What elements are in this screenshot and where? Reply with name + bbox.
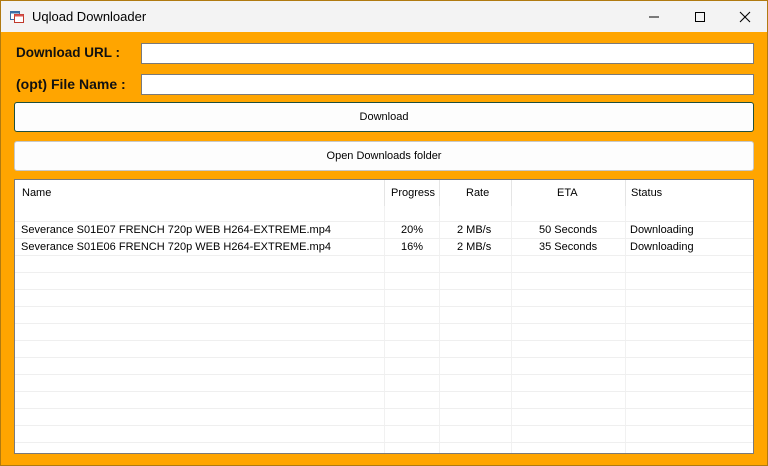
row-gridline xyxy=(15,442,753,443)
item-eta: 50 Seconds xyxy=(539,224,598,236)
minimize-icon xyxy=(649,16,659,18)
column-header-rate[interactable]: Rate xyxy=(466,180,489,206)
row-gridline xyxy=(15,374,753,375)
title-bar[interactable]: Uqload Downloader xyxy=(1,1,767,32)
column-header-status[interactable]: Status xyxy=(631,180,662,206)
downloads-list[interactable]: Name Progress Rate ETA Status Severance … xyxy=(14,179,754,454)
row-gridline xyxy=(15,340,753,341)
row-gridline xyxy=(15,323,753,324)
column-divider xyxy=(384,180,385,206)
list-item[interactable]: Severance S01E07 FRENCH 720p WEB H264-EX… xyxy=(15,222,753,239)
column-header-progress[interactable]: Progress xyxy=(391,180,435,206)
close-icon xyxy=(739,11,751,23)
column-header-eta[interactable]: ETA xyxy=(557,180,578,206)
item-progress: 20% xyxy=(401,224,424,236)
maximize-icon xyxy=(695,12,705,22)
item-rate: 2 MB/s xyxy=(457,224,492,236)
url-label: Download URL : xyxy=(16,45,120,60)
column-divider xyxy=(511,180,512,206)
window-title: Uqload Downloader xyxy=(32,9,147,24)
app-window: Uqload Downloader Download URL : (opt) F… xyxy=(0,0,768,466)
item-status: Downloading xyxy=(630,241,694,253)
download-button[interactable]: Download xyxy=(14,102,754,132)
row-gridline xyxy=(15,425,753,426)
minimize-button[interactable] xyxy=(631,1,677,32)
row-gridline xyxy=(15,272,753,273)
url-input[interactable] xyxy=(141,43,754,64)
item-progress: 16% xyxy=(401,241,424,253)
open-downloads-folder-button[interactable]: Open Downloads folder xyxy=(14,141,754,171)
list-header: Name Progress Rate ETA Status xyxy=(15,180,753,206)
row-gridline xyxy=(15,357,753,358)
item-name: Severance S01E07 FRENCH 720p WEB H264-EX… xyxy=(21,224,331,236)
maximize-button[interactable] xyxy=(677,1,723,32)
item-name: Severance S01E06 FRENCH 720p WEB H264-EX… xyxy=(21,241,331,253)
row-gridline xyxy=(15,306,753,307)
column-divider xyxy=(439,180,440,206)
row-gridline xyxy=(15,289,753,290)
item-eta: 35 Seconds xyxy=(539,241,598,253)
filename-input[interactable] xyxy=(141,74,754,95)
column-header-name[interactable]: Name xyxy=(22,180,51,206)
item-rate: 2 MB/s xyxy=(457,241,492,253)
row-gridline xyxy=(15,391,753,392)
row-gridline xyxy=(15,408,753,409)
close-button[interactable] xyxy=(722,1,768,32)
item-status: Downloading xyxy=(630,224,694,236)
app-window-icon xyxy=(10,9,24,23)
column-divider xyxy=(625,180,626,206)
filename-label: (opt) File Name : xyxy=(16,76,126,92)
list-item[interactable]: Severance S01E06 FRENCH 720p WEB H264-EX… xyxy=(15,239,753,256)
